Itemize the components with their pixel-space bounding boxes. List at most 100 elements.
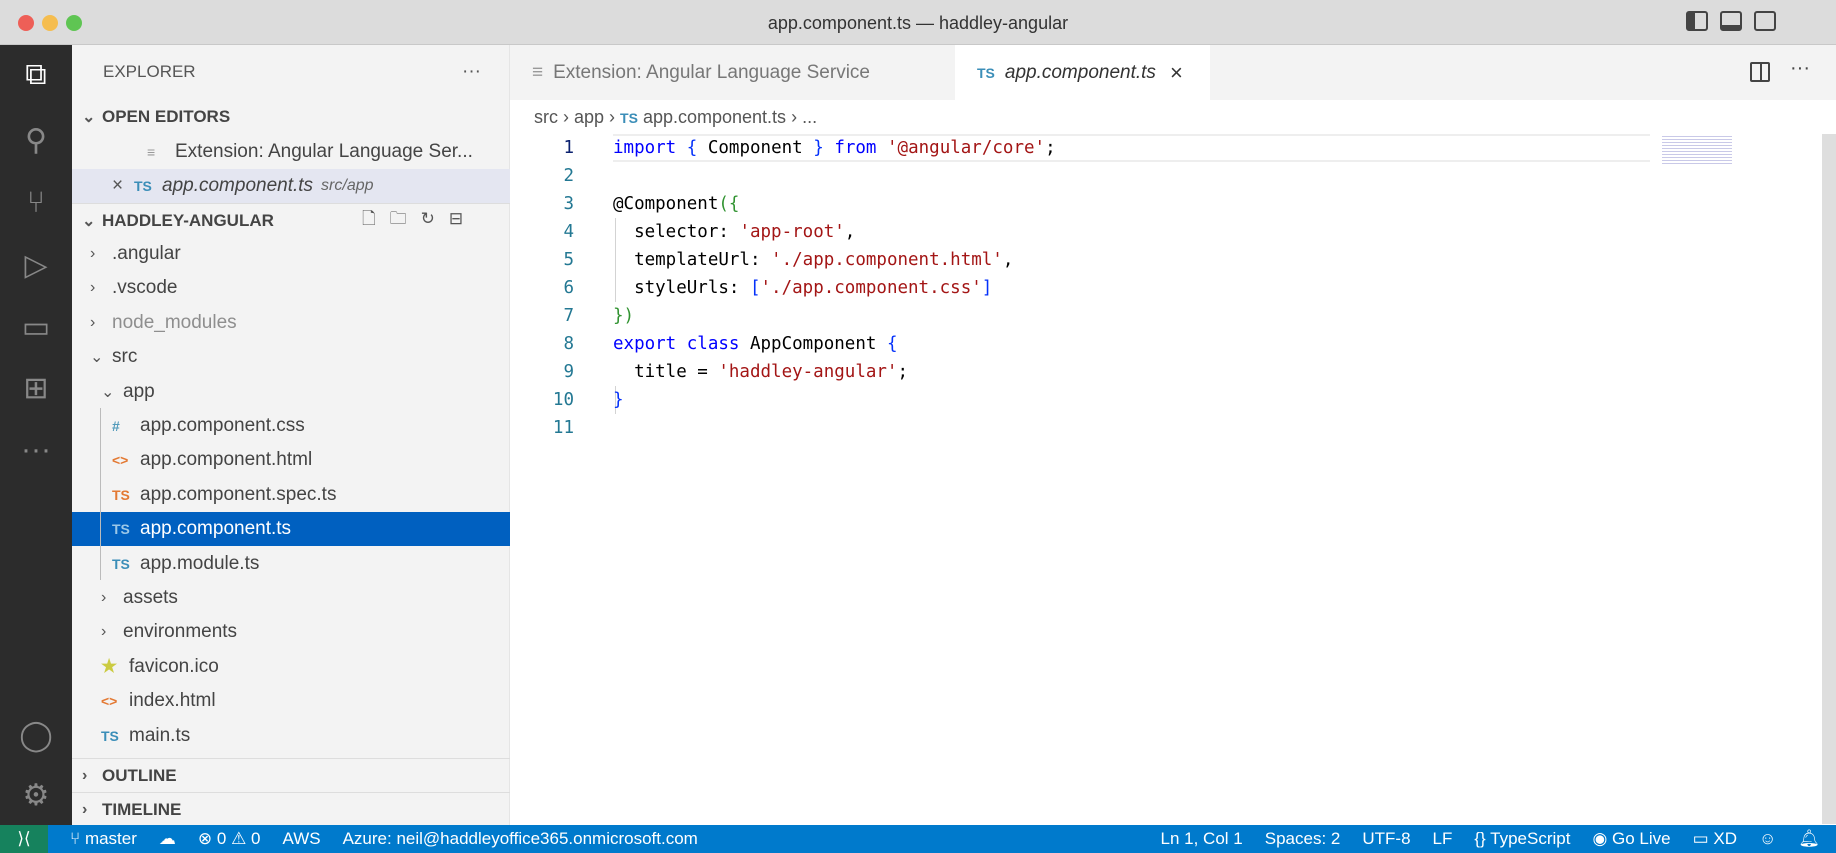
toggle-sidebar-icon[interactable] [1686,11,1708,31]
problems-status[interactable]: ⊗ 0 ⚠ 0 [198,829,261,849]
azure-status[interactable]: Azure: neil@haddleyoffice365.onmicrosoft… [343,829,698,849]
more-icon[interactable]: ··· [0,420,72,480]
project-section[interactable]: ⌄ HADDLEY-ANGULAR 🗋🗀↻⊟ [72,203,510,237]
aws-status[interactable]: AWS [283,829,321,849]
section-label: HADDLEY-ANGULAR [102,210,274,230]
tree-item[interactable]: TS app.component.ts [72,512,510,547]
collapse-all-icon[interactable]: ⊟ [449,209,477,228]
tree-item[interactable]: › .vscode [72,271,510,305]
tree-item[interactable]: › .angular [72,237,510,271]
tree-item[interactable]: › environments [72,615,510,649]
new-folder-icon[interactable]: 🗀 [390,209,421,228]
language-status[interactable]: {} TypeScript [1474,829,1570,849]
tree-item-label: .vscode [112,277,178,299]
sync-icon[interactable]: ☁ [159,829,176,849]
toggle-secondary-sidebar-icon[interactable] [1754,11,1776,31]
tree-item-label: app.component.html [140,449,313,471]
chevron-right-icon: › [101,623,107,641]
extensions-icon[interactable]: ⊞ [0,358,72,418]
remote-explorer-icon[interactable]: ▭ [0,297,72,357]
html-file-icon: <> [101,693,118,710]
xd-status[interactable]: ▭ XD [1693,829,1737,849]
star-file-icon: ★ [101,656,118,677]
scrollbar[interactable] [1822,134,1836,824]
tab-label: app.component.ts [1004,61,1156,83]
tree-item-label: node_modules [112,311,237,333]
breadcrumb-src[interactable]: src [534,107,558,127]
chevron-down-icon: ⌄ [90,349,104,367]
code-line: selector: 'app-root', [613,222,856,242]
code-line: } [613,390,624,410]
close-icon[interactable]: × [112,175,134,197]
tree-item-label: app.component.css [140,415,305,436]
open-editor-label: Extension: Angular Language Ser... [175,141,473,162]
toggle-panel-icon[interactable] [1720,11,1742,31]
outline-section[interactable]: › OUTLINE [72,758,510,792]
breadcrumb-symbol[interactable]: ... [802,107,817,127]
split-editor-icon[interactable] [1750,62,1770,82]
notifications-bell-icon[interactable]: 🔔︎ [1798,829,1820,849]
code-editor[interactable]: 1 import { Component } from '@angular/cor… [510,134,1650,442]
line-number: 11 [552,418,574,438]
settings-gear-icon[interactable]: ⚙ [0,765,72,825]
section-label: TIMELINE [102,799,182,819]
breadcrumb: src › app › TS app.component.ts › ... [534,107,818,127]
tree-item[interactable]: › node_modules [72,306,510,340]
close-tab-icon[interactable]: × [1170,60,1183,86]
open-editor-item[interactable]: ≡ Extension: Angular Language Ser... [72,135,510,169]
source-control-icon[interactable]: ⑂ [0,173,72,233]
tree-item[interactable]: TS app.module.ts [72,547,510,581]
chevron-right-icon: › [82,766,88,784]
timeline-section[interactable]: › TIMELINE [72,792,510,826]
tree-item[interactable]: # app.component.css [72,409,510,443]
breadcrumb-file[interactable]: app.component.ts [643,107,786,127]
tab-extension-angular[interactable]: ≡ Extension: Angular Language Service [510,45,955,100]
section-label: OPEN EDITORS [102,107,231,126]
remote-indicator-icon[interactable]: ⟩⟨ [0,825,48,853]
html-file-icon: TS [112,486,130,503]
tree-item[interactable]: <> app.component.html [72,443,510,477]
tree-item[interactable]: ⌄ src [72,340,510,374]
encoding-status[interactable]: UTF-8 [1362,829,1410,849]
tree-item-label: app.component.spec.ts [140,483,337,505]
new-file-icon[interactable]: 🗋 [362,209,390,228]
code-line: export class AppComponent { [613,334,898,354]
line-number: 8 [563,334,574,354]
code-line: import { Component } from '@angular/core… [613,138,1056,158]
line-number: 1 [563,138,574,158]
tree-item[interactable]: TS app.component.spec.ts [72,478,510,512]
go-live-button[interactable]: ◉ Go Live [1592,829,1670,849]
explorer-more-button[interactable]: ··· [462,55,502,89]
feedback-icon[interactable]: ☺ [1759,829,1776,849]
cursor-position[interactable]: Ln 1, Col 1 [1161,829,1243,849]
open-editor-label: app.component.ts [162,175,314,196]
minimap[interactable] [1662,134,1732,166]
tree-item[interactable]: ⌄ app [72,375,510,409]
preview-icon: ≡ [147,144,156,160]
code-line: title = 'haddley-angular'; [613,362,909,382]
tab-app-component-ts[interactable]: TS app.component.ts × [955,45,1210,100]
ts-file-icon: TS [101,727,119,744]
eol-status[interactable]: LF [1433,829,1453,849]
explorer-title: EXPLORER [103,62,196,81]
search-icon[interactable]: ⚲ [0,110,72,170]
tree-item[interactable]: › assets [72,581,510,615]
code-line: }) [613,306,635,326]
accounts-icon[interactable]: ◯ [0,705,72,765]
refresh-icon[interactable]: ↻ [421,209,449,228]
tree-item[interactable]: TS main.ts [72,719,510,753]
section-label: OUTLINE [102,765,177,785]
branch-status[interactable]: ⑂ master [70,829,137,849]
tree-item-label: app.module.ts [140,552,260,574]
explorer-icon[interactable]: ⧉ [0,45,72,105]
breadcrumb-app[interactable]: app [574,107,604,127]
chevron-right-icon: › [90,245,96,262]
run-debug-icon[interactable]: ▷ [0,235,72,295]
line-number: 6 [563,278,574,298]
tree-item[interactable]: ★ favicon.ico [72,650,510,684]
open-editors-section[interactable]: ⌄ OPEN EDITORS [72,100,510,134]
open-editor-item-active[interactable]: × TS app.component.ts src/app [72,169,510,203]
indentation-status[interactable]: Spaces: 2 [1265,829,1341,849]
editor-more-icon[interactable]: ··· [1790,57,1810,80]
tree-item[interactable]: <> index.html [72,684,510,718]
